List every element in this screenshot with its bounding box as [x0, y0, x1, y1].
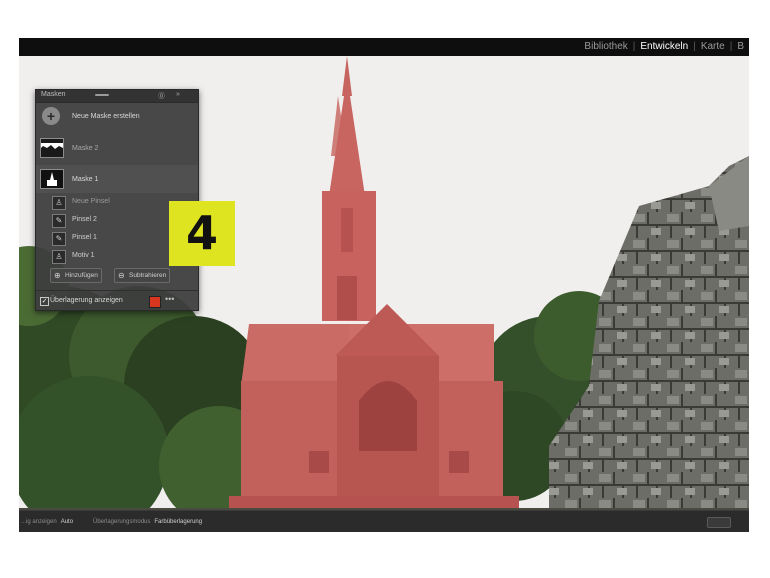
- help-icon[interactable]: ⓪: [158, 91, 165, 101]
- component-label: Pinsel 1: [72, 234, 97, 241]
- component-label: Motiv 1: [72, 252, 95, 259]
- add-to-mask-label: Hinzufügen: [65, 272, 98, 279]
- mask-thumbnail: [40, 169, 64, 189]
- step-number-badge: 4: [169, 201, 235, 266]
- add-mask-icon[interactable]: +: [42, 107, 60, 125]
- module-picker-bar: Bibliothek | Entwickeln | Karte | B: [19, 38, 749, 56]
- brush-icon: ✎: [52, 214, 66, 228]
- subtract-from-mask-button[interactable]: ⊖ Subtrahieren: [114, 268, 171, 283]
- lightroom-window: Bibliothek | Entwickeln | Karte | B Mask…: [19, 38, 749, 532]
- mask-row-maske-2[interactable]: Maske 2: [36, 133, 198, 163]
- module-map[interactable]: Karte: [696, 38, 730, 56]
- drag-handle-icon[interactable]: [95, 94, 109, 96]
- show-overlay-checkbox[interactable]: ✓: [40, 297, 49, 306]
- masks-panel-header[interactable]: Masken ⓪ »: [36, 90, 198, 103]
- overlay-options-control[interactable]: Überlagerungsmodus Farbüberlagerung: [93, 519, 202, 525]
- new-mask-label: Neue Maske erstellen: [72, 113, 140, 120]
- done-button[interactable]: [707, 517, 731, 528]
- component-label: Neue Pinsel: [72, 198, 110, 205]
- more-options-icon[interactable]: •••: [165, 294, 174, 304]
- overlay-color-swatch[interactable]: [149, 296, 161, 308]
- mask-thumbnail: [40, 138, 64, 158]
- show-overlay-row: ✓ Überlagerung anzeigen •••: [36, 290, 198, 311]
- mask-row-maske-1[interactable]: Maske 1: [36, 165, 198, 193]
- add-circle-icon: ⊕: [54, 271, 61, 280]
- masks-panel: Masken ⓪ » + Neue Maske erstellen Maske …: [35, 89, 199, 311]
- overlay-options-value: Farbüberlagerung: [154, 519, 203, 525]
- module-library[interactable]: Bibliothek: [579, 38, 632, 56]
- person-icon: ♙: [52, 250, 66, 264]
- toolbar-bottom: ...ig anzeigen Auto Überlagerungsmodus Far…: [19, 510, 749, 532]
- show-overlay-label: Überlagerung anzeigen: [50, 297, 123, 304]
- mask-label: Maske 2: [72, 145, 99, 152]
- overlay-mode-label: ...ig anzeigen: [21, 519, 57, 525]
- mask-label: Maske 1: [72, 176, 99, 183]
- photo-canvas[interactable]: Masken ⓪ » + Neue Maske erstellen Maske …: [19, 56, 749, 510]
- collapse-icon[interactable]: »: [176, 91, 180, 98]
- module-picker: Bibliothek | Entwickeln | Karte | B: [579, 38, 749, 56]
- overlay-options-label: Überlagerungsmodus: [93, 519, 151, 525]
- subtract-from-mask-label: Subtrahieren: [129, 272, 167, 279]
- person-icon: ♙: [52, 196, 66, 210]
- component-label: Pinsel 2: [72, 216, 97, 223]
- add-to-mask-button[interactable]: ⊕ Hinzufügen: [50, 268, 102, 283]
- new-mask-row[interactable]: + Neue Maske erstellen: [36, 103, 198, 131]
- module-develop[interactable]: Entwickeln: [635, 38, 693, 56]
- masks-panel-title: Masken: [41, 91, 66, 98]
- overlay-mode-control[interactable]: ...ig anzeigen Auto: [21, 519, 73, 525]
- overlay-mode-value: Auto: [60, 519, 74, 525]
- subtract-circle-icon: ⊖: [118, 271, 125, 280]
- module-book[interactable]: B: [732, 38, 749, 56]
- brush-icon: ✎: [52, 232, 66, 246]
